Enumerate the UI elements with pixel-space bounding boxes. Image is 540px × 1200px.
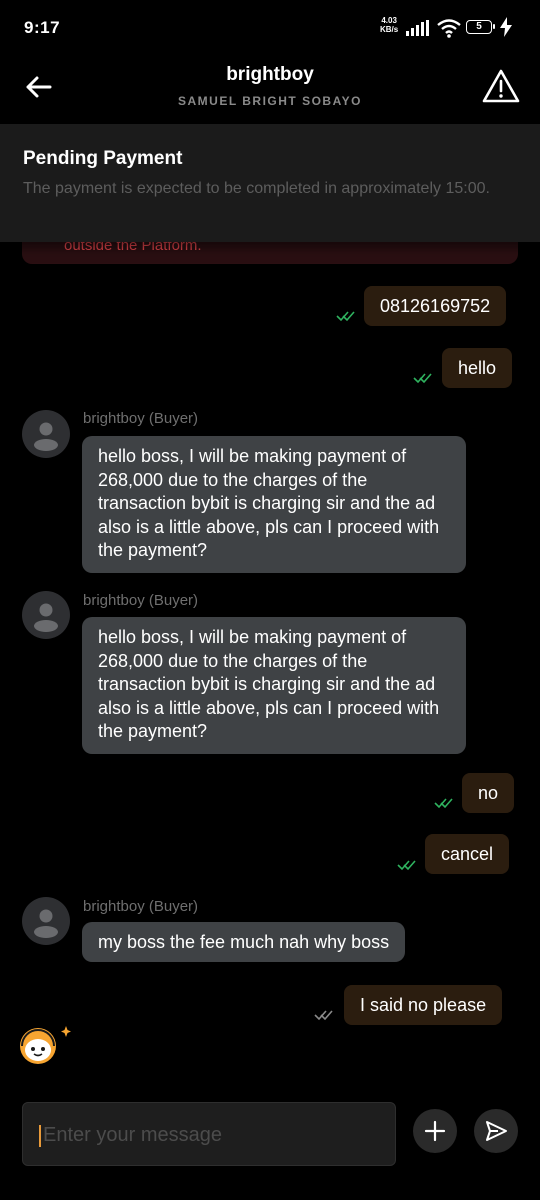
message-input-container — [22, 1102, 396, 1167]
user-silhouette-icon — [34, 909, 58, 938]
pending-payment-description: The payment is expected to be completed … — [23, 180, 490, 197]
message-input[interactable] — [41, 1103, 385, 1167]
network-speed: 4.03 KB/s — [380, 16, 399, 34]
read-check-icon — [397, 860, 416, 871]
outgoing-message[interactable]: 08126169752 — [364, 286, 507, 326]
support-assistant-icon[interactable] — [14, 1022, 74, 1068]
sender-name: brightboy (Buyer) — [83, 898, 199, 915]
pending-payment-banner: Pending Payment The payment is expected … — [0, 124, 540, 242]
plus-icon — [424, 1120, 446, 1142]
outgoing-message[interactable]: cancel — [425, 834, 510, 874]
attach-button[interactable] — [413, 1109, 457, 1153]
sender-name: brightboy (Buyer) — [83, 410, 199, 427]
incoming-message[interactable]: hello boss, I will be making payment of … — [82, 436, 466, 573]
charging-bolt-icon — [500, 17, 512, 37]
status-bar: 9:17 4.03 KB/s 5 — [0, 0, 540, 56]
read-check-icon — [434, 798, 453, 809]
chat-header: brightboy SAMUEL BRIGHT SOBAYO — [0, 56, 540, 124]
read-check-icon — [413, 373, 432, 384]
chat-title: brightboy — [226, 64, 314, 85]
signal-icon — [406, 20, 429, 36]
battery-icon: 5 — [466, 20, 495, 34]
buyer-avatar[interactable] — [22, 897, 70, 945]
warning-report-icon[interactable] — [482, 68, 520, 104]
status-time: 9:17 — [24, 18, 61, 37]
user-silhouette-icon — [34, 603, 58, 632]
wifi-icon — [437, 19, 461, 38]
send-icon — [486, 1121, 507, 1141]
read-check-icon — [336, 311, 355, 322]
sent-check-icon — [314, 1010, 333, 1021]
chat-subtitle: SAMUEL BRIGHT SOBAYO — [177, 94, 363, 108]
outgoing-message[interactable]: no — [462, 773, 515, 813]
user-silhouette-icon — [34, 422, 58, 451]
pending-payment-title: Pending Payment — [23, 148, 183, 169]
outgoing-message[interactable]: I said no please — [344, 985, 503, 1025]
outgoing-message[interactable]: hello — [442, 348, 513, 388]
buyer-avatar[interactable] — [22, 410, 70, 458]
send-button[interactable] — [474, 1109, 518, 1153]
incoming-message[interactable]: my boss the fee much nah why boss — [82, 922, 406, 962]
incoming-message[interactable]: hello boss, I will be making payment of … — [82, 617, 466, 754]
sender-name: brightboy (Buyer) — [83, 592, 199, 609]
buyer-avatar[interactable] — [22, 591, 70, 639]
